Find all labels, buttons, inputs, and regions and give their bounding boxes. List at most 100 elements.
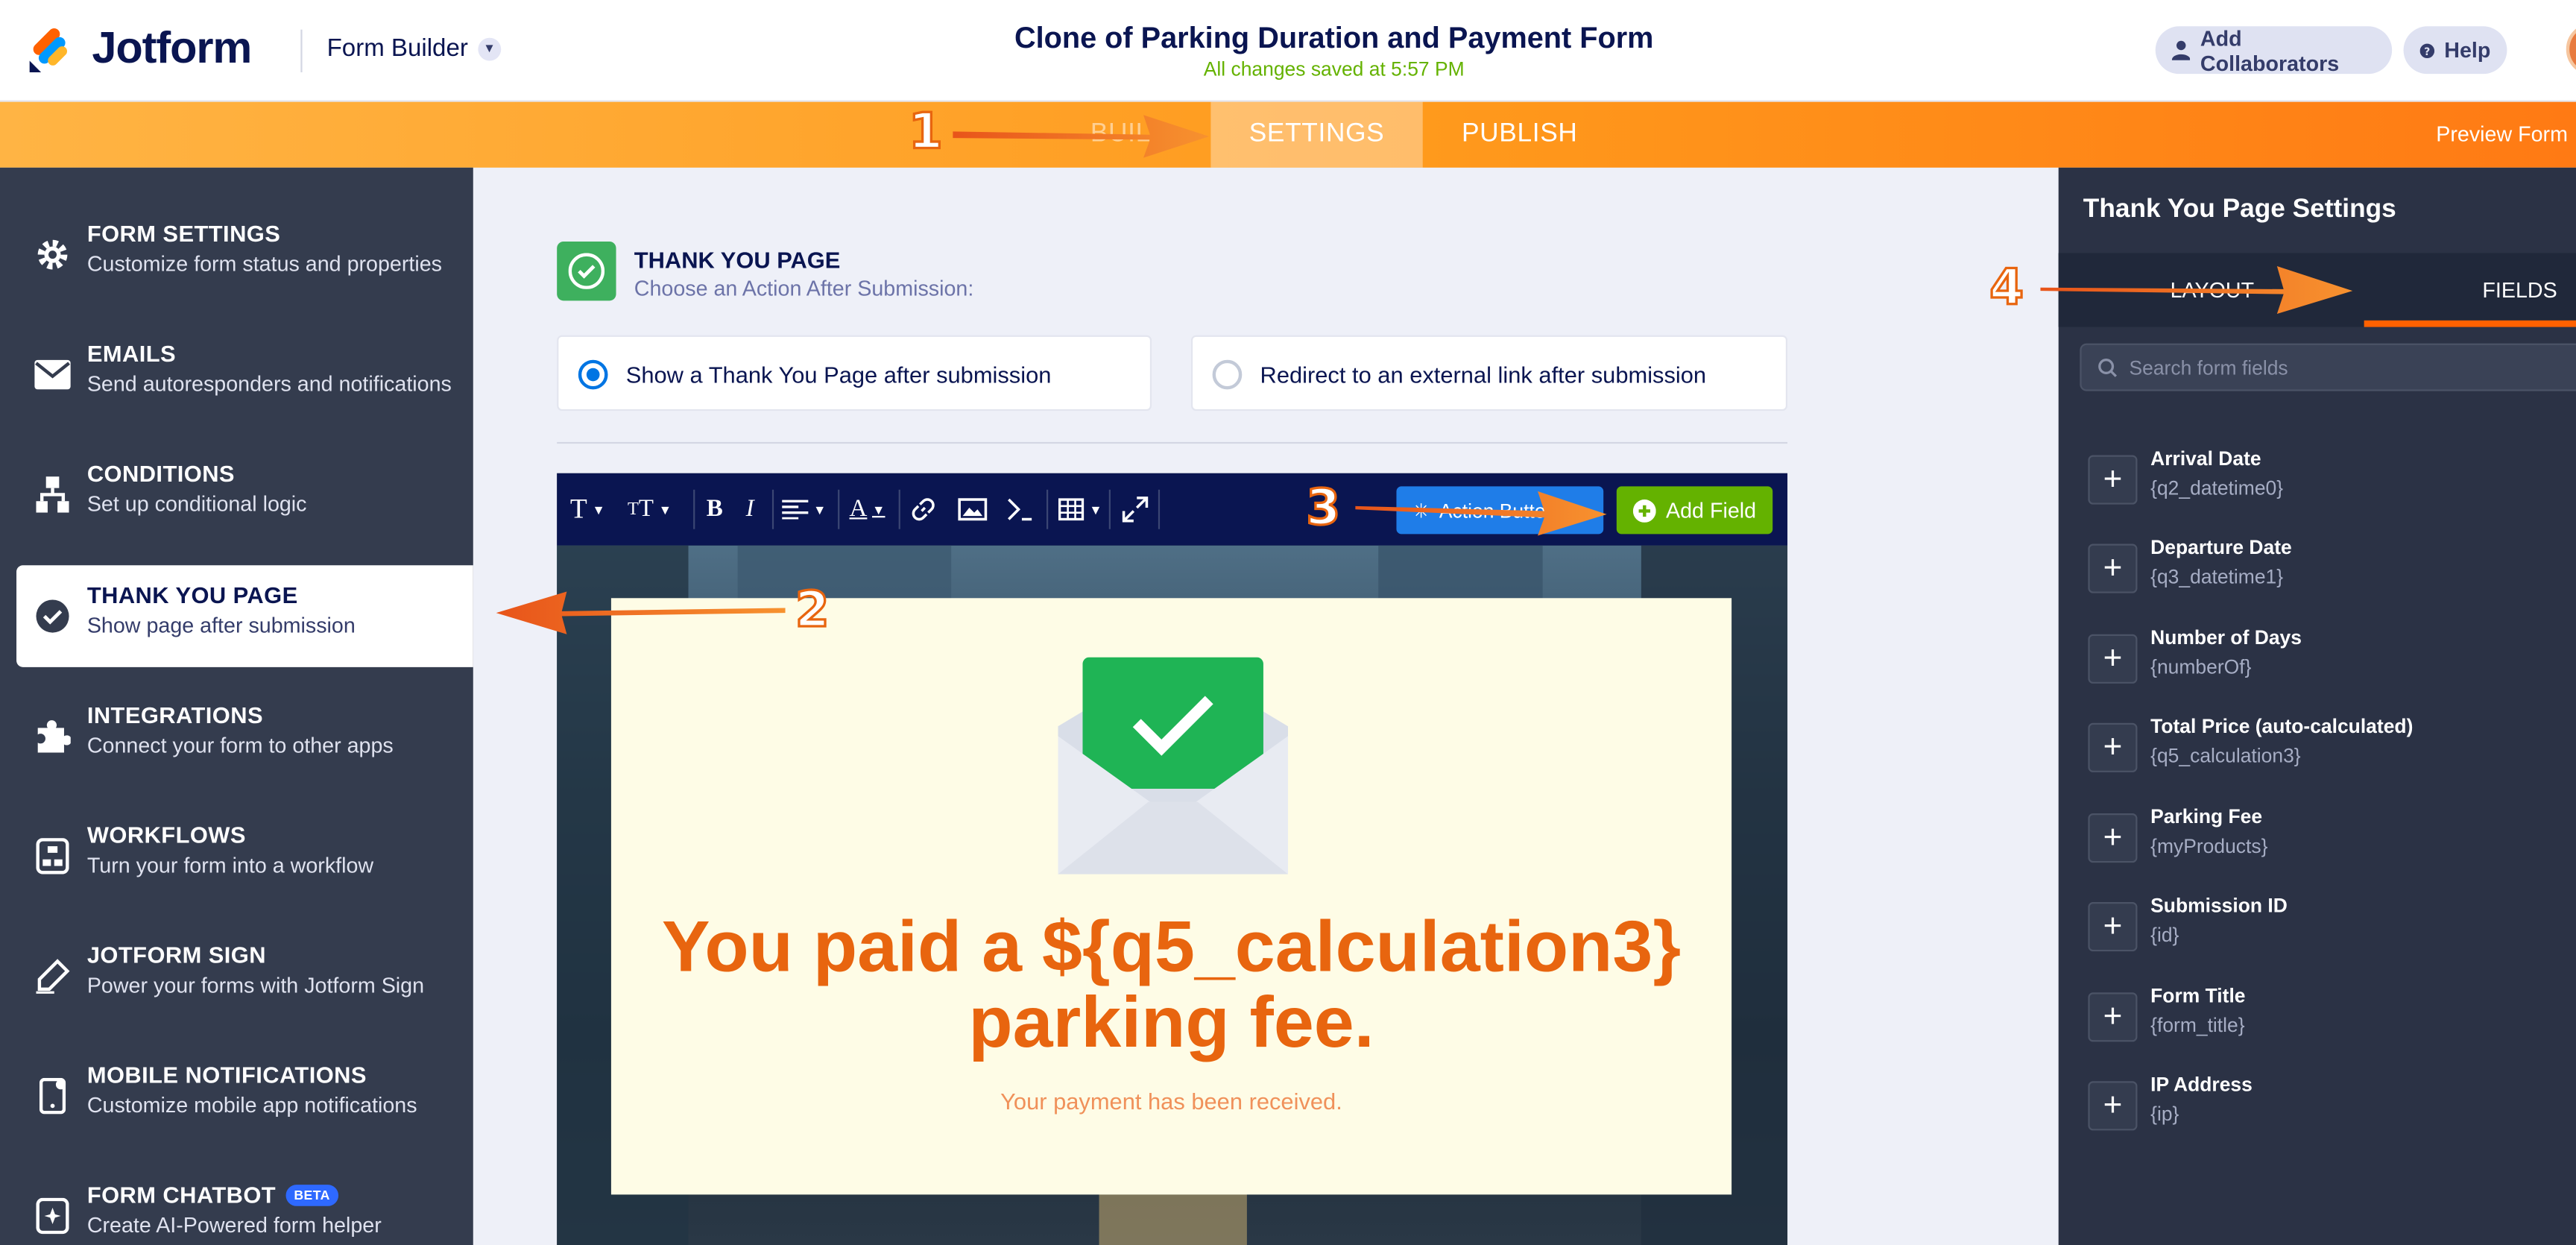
annotation-number: 3 xyxy=(1305,479,1342,538)
add-collaborators-button[interactable]: Add Collaborators xyxy=(2155,25,2393,75)
font-size-icon[interactable]: T T ▼ xyxy=(628,493,672,526)
field-item[interactable]: + Parking Fee {myProducts} xyxy=(2088,805,2564,880)
italic-icon[interactable]: I xyxy=(746,493,754,526)
thank-you-headline: You paid a ${q5_calculation3} parking fe… xyxy=(661,907,1682,1064)
thank-you-check-icon xyxy=(557,241,616,301)
field-variable: {q2_datetime0} xyxy=(2150,476,2284,500)
active-tab-indicator xyxy=(2364,320,2576,327)
sidebar-item-integrations[interactable]: INTEGRATIONS Connect your form to other … xyxy=(16,685,473,787)
search-icon xyxy=(2098,359,2118,377)
search-fields-input[interactable]: Search form fields xyxy=(2080,343,2576,391)
radio-selected[interactable] xyxy=(578,359,608,390)
preview-form-toggle[interactable]: Preview Form xyxy=(2436,122,2568,146)
thank-you-card[interactable]: You paid a ${q5_calculation3} parking fe… xyxy=(610,598,1732,1195)
thank-you-editor: T ▼ T T ▼ B I ▼ A ▼ ▼ ✳ Action Button Ad… xyxy=(557,473,1788,1245)
tab-fields[interactable]: FIELDS xyxy=(2482,277,2557,302)
align-icon[interactable]: ▼ xyxy=(782,493,826,526)
envelope-check-icon xyxy=(1058,657,1288,874)
plus-icon[interactable]: + xyxy=(2088,813,2138,863)
sidebar-item-title: FORM CHATBOT BETA xyxy=(87,1182,338,1208)
field-name: Departure Date xyxy=(2150,535,2292,559)
panel-title: Thank You Page Settings xyxy=(2083,195,2396,224)
text-color-icon[interactable]: A ▼ xyxy=(850,493,886,526)
sidebar-item-form-settings[interactable]: FORM SETTINGS Customize form status and … xyxy=(16,204,473,306)
help-icon: ? xyxy=(2419,42,2435,57)
field-name: Parking Fee xyxy=(2150,804,2263,828)
sidebar-item-subtitle: Customize mobile app notifications xyxy=(86,1092,417,1118)
tab-build[interactable]: BUILD xyxy=(1052,102,1210,168)
redirect-option[interactable]: Redirect to an external link after submi… xyxy=(1190,335,1788,412)
help-button[interactable]: ? Help xyxy=(2403,26,2507,75)
field-item[interactable]: + Submission ID {id} xyxy=(2088,894,2564,969)
plus-icon[interactable]: + xyxy=(2088,634,2138,684)
user-icon xyxy=(2171,40,2191,60)
plus-icon[interactable]: + xyxy=(2088,455,2138,505)
tab-settings[interactable]: SETTINGS xyxy=(1210,101,1423,168)
toolbar-divider xyxy=(1108,489,1111,529)
image-icon[interactable] xyxy=(958,493,988,526)
app-header: Jotform Form Builder ▾ Clone of Parking … xyxy=(0,0,2576,102)
field-item[interactable]: + Arrival Date {q2_datetime0} xyxy=(2088,447,2564,523)
annotation-number: 1 xyxy=(907,102,944,162)
field-item[interactable]: + Total Price (auto-calculated) {q5_calc… xyxy=(2088,715,2564,790)
font-family-icon[interactable]: T ▼ xyxy=(570,493,605,526)
plus-icon[interactable]: + xyxy=(2088,543,2138,593)
plus-icon[interactable]: + xyxy=(2088,1081,2138,1131)
toolbar-divider xyxy=(693,489,695,529)
action-button-label: Action Button xyxy=(1439,498,1557,522)
sidebar-item-title: CONDITIONS xyxy=(86,460,235,487)
tab-publish[interactable]: PUBLISH xyxy=(1423,102,1617,168)
annotation-number: 2 xyxy=(794,581,830,640)
bold-icon[interactable]: B xyxy=(707,493,723,526)
plus-icon[interactable]: + xyxy=(2088,902,2138,952)
plus-icon[interactable]: + xyxy=(2088,992,2138,1042)
plus-icon[interactable]: + xyxy=(2088,722,2138,772)
table-icon[interactable]: ▼ xyxy=(1058,493,1102,526)
annotation-number: 4 xyxy=(1988,259,2024,318)
field-variable: {id} xyxy=(2150,923,2179,947)
sidebar-item-jotform-sign[interactable]: JOTFORM SIGN Power your forms with Jotfo… xyxy=(16,925,473,1027)
add-field-button[interactable]: Add Field xyxy=(1616,486,1773,535)
radio-unselected[interactable] xyxy=(1212,359,1243,390)
field-item[interactable]: + IP Address {ip} xyxy=(2088,1073,2564,1148)
thank-you-page-option[interactable]: Show a Thank You Page after submission xyxy=(557,335,1152,412)
sidebar-item-title: MOBILE NOTIFICATIONS xyxy=(86,1061,367,1088)
sidebar-item-thank-you-page[interactable]: THANK YOU PAGE Show page after submissio… xyxy=(16,565,473,667)
settings-sidebar: FORM SETTINGS Customize form status and … xyxy=(0,167,473,1245)
toolbar-divider xyxy=(1046,489,1049,529)
field-item[interactable]: + Number of Days {numberOf} xyxy=(2088,626,2564,702)
workflow-icon xyxy=(33,836,72,876)
sidebar-item-title-text: FORM CHATBOT xyxy=(86,1181,277,1208)
sidebar-item-subtitle: Turn your form into a workflow xyxy=(86,852,374,877)
tab-layout[interactable]: LAYOUT xyxy=(2171,277,2255,302)
search-placeholder: Search form fields xyxy=(2129,356,2288,380)
sparkle-icon: ✳ xyxy=(1412,498,1430,522)
sidebar-item-emails[interactable]: EMAILS Send autoresponders and notificat… xyxy=(16,324,473,426)
sidebar-item-title: THANK YOU PAGE xyxy=(86,581,298,608)
field-name: IP Address xyxy=(2150,1073,2253,1097)
sidebar-item-conditions[interactable]: CONDITIONS Set up conditional logic xyxy=(16,444,473,546)
sidebar-item-subtitle: Set up conditional logic xyxy=(86,491,307,517)
help-label: Help xyxy=(2444,37,2491,63)
section-subtitle: Choose an Action After Submission: xyxy=(634,276,974,301)
option-label: Show a Thank You Page after submission xyxy=(625,361,1052,388)
fullscreen-icon[interactable] xyxy=(1122,493,1149,526)
field-variable: {myProducts} xyxy=(2150,834,2268,858)
formula-icon[interactable] xyxy=(1007,493,1033,526)
gear-icon xyxy=(33,235,72,274)
field-item[interactable]: + Departure Date {q3_datetime1} xyxy=(2088,536,2564,611)
sidebar-item-title: FORM SETTINGS xyxy=(86,220,281,247)
action-button[interactable]: ✳ Action Button xyxy=(1396,486,1604,535)
sidebar-item-mobile-notifications[interactable]: MOBILE NOTIFICATIONS Customize mobile ap… xyxy=(16,1045,473,1147)
svg-text:?: ? xyxy=(2424,45,2430,57)
field-name: Form Title xyxy=(2150,984,2246,1008)
link-icon[interactable] xyxy=(910,493,936,526)
field-name: Number of Days xyxy=(2150,625,2302,649)
sidebar-item-workflows[interactable]: WORKFLOWS Turn your form into a workflow xyxy=(16,805,473,907)
field-item[interactable]: + Form Title {form_title} xyxy=(2088,984,2564,1059)
pen-icon xyxy=(33,956,72,996)
beta-badge: BETA xyxy=(285,1185,338,1206)
sidebar-item-form-chatbot[interactable]: FORM CHATBOT BETA Create AI-Powered form … xyxy=(16,1165,473,1245)
field-name: Arrival Date xyxy=(2150,447,2261,470)
field-variable: {ip} xyxy=(2150,1102,2179,1126)
